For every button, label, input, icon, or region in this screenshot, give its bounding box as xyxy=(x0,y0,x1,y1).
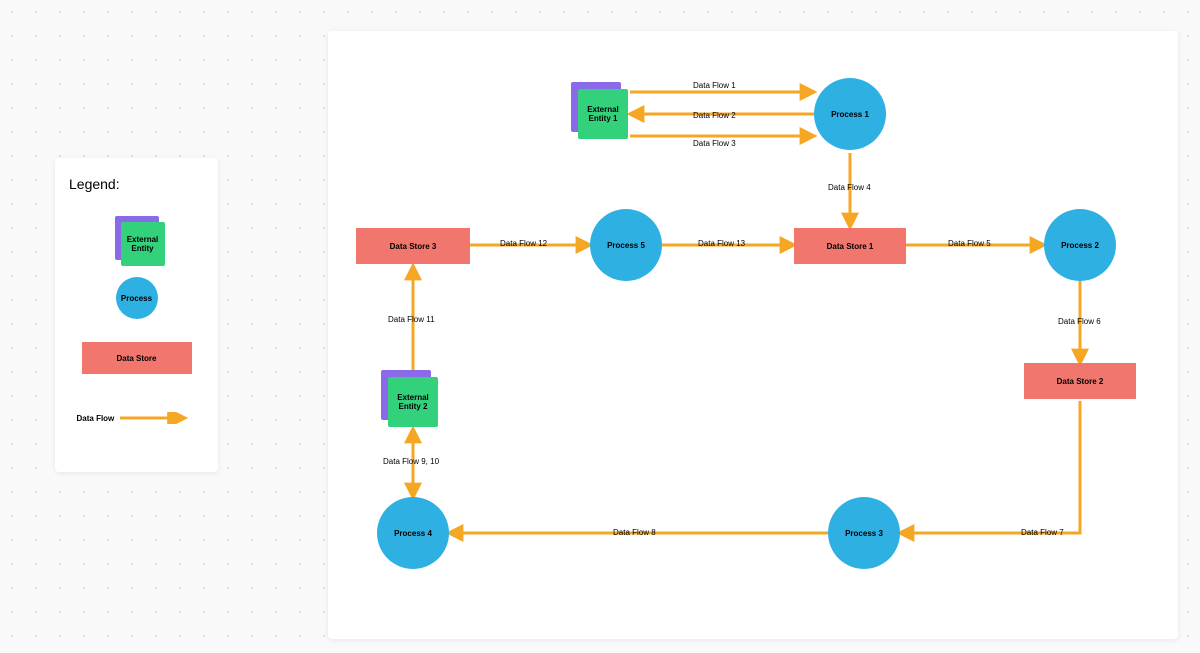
node-process-5[interactable]: Process 5 xyxy=(590,209,662,281)
node-data-store-1[interactable]: Data Store 1 xyxy=(794,228,906,264)
label-data-flow-11: Data Flow 11 xyxy=(388,315,435,324)
node-external-entity-1[interactable]: External Entity 1 xyxy=(578,89,628,139)
node-process-4[interactable]: Process 4 xyxy=(377,497,449,569)
node-external-entity-2[interactable]: External Entity 2 xyxy=(388,377,438,427)
arrow-icon xyxy=(120,412,190,424)
data-store-icon: Data Store xyxy=(82,342,192,374)
flow-arrows xyxy=(328,31,1178,639)
node-data-store-3[interactable]: Data Store 3 xyxy=(356,228,470,264)
label-data-flow-6: Data Flow 6 xyxy=(1058,317,1101,326)
label-data-flow-4: Data Flow 4 xyxy=(828,183,871,192)
legend-data-store: Data Store xyxy=(69,328,204,388)
node-data-store-2[interactable]: Data Store 2 xyxy=(1024,363,1136,399)
node-process-3[interactable]: Process 3 xyxy=(828,497,900,569)
label-data-flow-2: Data Flow 2 xyxy=(693,111,736,120)
process-icon: Process xyxy=(116,277,158,319)
external-entity-icon: External Entity xyxy=(115,216,159,260)
node-process-2[interactable]: Process 2 xyxy=(1044,209,1116,281)
legend-data-flow: Data Flow xyxy=(69,388,204,448)
label-data-flow-1: Data Flow 1 xyxy=(693,81,736,90)
label-data-flow-3: Data Flow 3 xyxy=(693,139,736,148)
legend-panel: Legend: External Entity Process Data Sto… xyxy=(55,158,218,472)
legend-external-entity: External Entity xyxy=(69,208,204,268)
label-data-flow-5: Data Flow 5 xyxy=(948,239,991,248)
label-data-flow-7: Data Flow 7 xyxy=(1021,528,1064,537)
node-process-1[interactable]: Process 1 xyxy=(814,78,886,150)
diagram-canvas[interactable]: External Entity 1 Process 1 Data Store 3… xyxy=(328,31,1178,639)
label-data-flow-12: Data Flow 12 xyxy=(500,239,547,248)
label-data-flow-8: Data Flow 8 xyxy=(613,528,656,537)
label-data-flow-9-10: Data Flow 9, 10 xyxy=(383,457,439,466)
legend-process: Process xyxy=(69,268,204,328)
data-flow-label: Data Flow xyxy=(77,414,115,423)
label-data-flow-13: Data Flow 13 xyxy=(698,239,745,248)
legend-title: Legend: xyxy=(69,176,204,192)
